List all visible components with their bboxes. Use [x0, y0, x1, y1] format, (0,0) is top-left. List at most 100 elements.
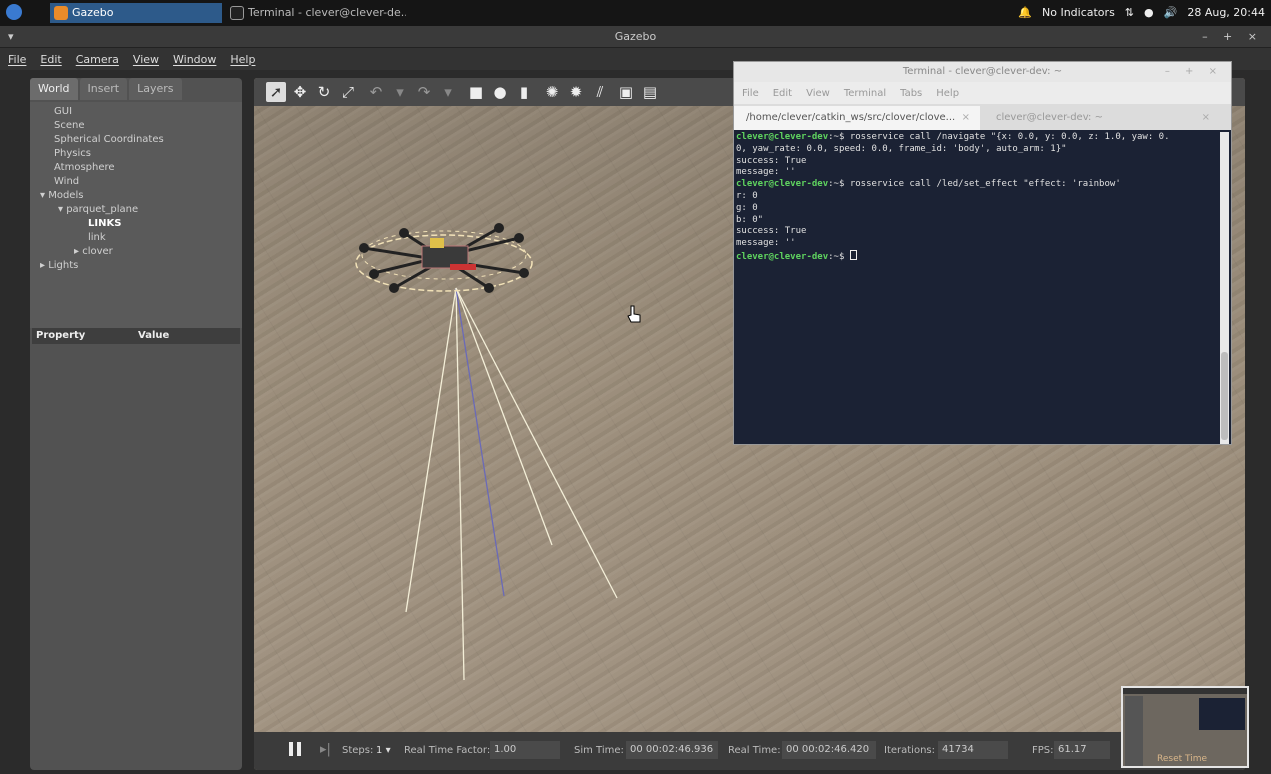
app-menu-icon[interactable] [6, 4, 22, 20]
terminal-menu-terminal[interactable]: Terminal [844, 88, 886, 99]
panel-tabs: World Insert Layers [30, 78, 182, 100]
workspace-thumbnail[interactable]: Reset Time [1121, 686, 1249, 768]
tab-world[interactable]: World [30, 78, 78, 100]
clover-drone [355, 223, 533, 293]
scrollbar-thumb[interactable] [1221, 352, 1228, 440]
terminal-menu-view[interactable]: View [806, 88, 830, 99]
real-time-factor-label: Real Time Factor: [404, 745, 491, 756]
steps-dropdown-icon: ▾ [385, 745, 391, 756]
real-time-value: 00 00:02:46.420 [782, 741, 876, 759]
tree-item-physics[interactable]: Physics [54, 148, 91, 159]
terminal-window-controls[interactable]: – + × [1165, 62, 1223, 82]
simulation-status-bar: ▸| Steps: 1 ▾ Real Time Factor: 1.00 Sim… [254, 732, 1245, 770]
window-titlebar: ▾ Gazebo – + × [0, 26, 1271, 48]
property-column-header: Property [36, 330, 86, 341]
tree-item-lights[interactable]: ▸ Lights [40, 260, 78, 271]
bell-icon[interactable]: 🔔 [1018, 0, 1032, 26]
sim-time-label: Sim Time: [574, 745, 624, 756]
terminal-line: b: 0" [736, 214, 764, 225]
terminal-line: 0, yaw_rate: 0.0, speed: 0.0, frame_id: … [736, 143, 1067, 154]
collapsed-arrow-icon[interactable]: ▸ [40, 260, 48, 271]
thumbnail-left-panel [1125, 696, 1143, 766]
prompt-user: clever@clever-dev [736, 132, 829, 142]
close-tab-icon[interactable]: × [1202, 106, 1210, 130]
steps-label: Steps: [342, 745, 374, 756]
tree-label: Models [48, 190, 84, 201]
system-tray: 🔔 No Indicators ⇅ ● 🔊 28 Aug, 20:44 [1018, 0, 1265, 26]
reset-time-button[interactable]: Reset Time [1157, 754, 1207, 764]
hand-cursor-icon [627, 305, 641, 323]
tree-label: parquet_plane [66, 204, 139, 215]
terminal-menu-edit[interactable]: Edit [773, 88, 792, 99]
fps-value: 61.17 [1054, 741, 1110, 759]
tree-label: clover [82, 246, 113, 257]
menu-view[interactable]: View [133, 53, 159, 66]
terminal-line: message: '' [736, 167, 796, 178]
expand-arrow-icon[interactable]: ▾ [58, 204, 66, 215]
iterations-label: Iterations: [884, 745, 935, 756]
real-time-label: Real Time: [728, 745, 781, 756]
terminal-tab-2[interactable]: clever@clever-dev: ~ × [984, 106, 1220, 130]
step-icon[interactable]: ▸| [320, 742, 331, 757]
taskbar-item-label: Gazebo [72, 6, 114, 19]
terminal-titlebar: Terminal - clever@clever-dev: ~ – + × [734, 62, 1231, 82]
terminal-title: Terminal - clever@clever-dev: ~ [902, 66, 1063, 77]
world-tree: GUI Scene Spherical Coordinates Physics … [30, 102, 242, 328]
terminal-menu-tabs[interactable]: Tabs [900, 88, 922, 99]
terminal-tab-1[interactable]: /home/clever/catkin_ws/src/clover/clove.… [734, 106, 980, 130]
expand-arrow-icon[interactable]: ▾ [40, 190, 48, 201]
steps-number: 1 [376, 745, 383, 756]
tree-item-atmosphere[interactable]: Atmosphere [54, 162, 115, 173]
terminal-cursor [849, 249, 857, 260]
thumbnail-terminal [1199, 698, 1245, 730]
pause-icon[interactable] [288, 741, 304, 759]
volume-icon[interactable]: 🔊 [1164, 0, 1178, 26]
thumbnail-topbar [1123, 688, 1247, 694]
terminal-window[interactable]: Terminal - clever@clever-dev: ~ – + × Fi… [733, 61, 1232, 445]
steps-value[interactable]: 1 ▾ [376, 745, 391, 756]
tree-item-link[interactable]: link [88, 232, 106, 243]
menu-help[interactable]: Help [230, 53, 255, 66]
updates-icon[interactable]: ● [1144, 0, 1154, 26]
terminal-line: success: True [736, 226, 807, 237]
system-taskbar: Gazebo Terminal - clever@clever-de... 🔔 … [0, 0, 1271, 26]
tree-item-clover[interactable]: ▸ clover [74, 246, 113, 257]
tab-layers[interactable]: Layers [129, 78, 182, 100]
prompt-user: clever@clever-dev [736, 179, 829, 190]
real-time-factor-value: 1.00 [490, 741, 560, 759]
world-panel: World Insert Layers GUI Scene Spherical … [30, 78, 242, 770]
taskbar-item-label: Terminal - clever@clever-de... [248, 6, 406, 19]
terminal-menu-bar: File Edit View Terminal Tabs Help [734, 82, 1231, 104]
tree-item-spherical-coordinates[interactable]: Spherical Coordinates [54, 134, 164, 145]
menu-file[interactable]: File [8, 53, 26, 66]
prompt-user: clever@clever-dev [736, 251, 829, 262]
property-table-header: Property Value [32, 328, 240, 344]
window-controls[interactable]: – + × [1202, 26, 1263, 48]
menu-edit[interactable]: Edit [40, 53, 61, 66]
menu-window[interactable]: Window [173, 53, 216, 66]
tree-item-wind[interactable]: Wind [54, 176, 79, 187]
tree-item-models[interactable]: ▾ Models [40, 190, 83, 201]
taskbar-item-terminal[interactable]: Terminal - clever@clever-de... [226, 3, 406, 23]
terminal-menu-file[interactable]: File [742, 88, 759, 99]
network-icon[interactable]: ⇅ [1125, 0, 1134, 26]
terminal-output[interactable]: clever@clever-dev:~$ rosservice call /na… [736, 132, 1216, 444]
gazebo-icon [54, 6, 68, 20]
window-menu-icon[interactable]: ▾ [8, 26, 14, 48]
tree-item-scene[interactable]: Scene [54, 120, 85, 131]
terminal-menu-help[interactable]: Help [936, 88, 959, 99]
terminal-line: r: 0 [736, 190, 758, 201]
terminal-scrollbar[interactable] [1220, 132, 1229, 444]
tab-insert[interactable]: Insert [79, 78, 128, 100]
tree-item-gui[interactable]: GUI [54, 106, 72, 117]
tree-item-parquet-plane[interactable]: ▾ parquet_plane [58, 204, 138, 215]
terminal-tab-bar: /home/clever/catkin_ws/src/clover/clove.… [734, 104, 1231, 130]
clock[interactable]: 28 Aug, 20:44 [1187, 0, 1265, 26]
close-tab-icon[interactable]: × [962, 106, 970, 130]
rangefinder-rays [405, 287, 618, 681]
taskbar-item-gazebo[interactable]: Gazebo [50, 3, 222, 23]
terminal-icon [230, 6, 244, 20]
collapsed-arrow-icon[interactable]: ▸ [74, 246, 82, 257]
terminal-line: success: True [736, 155, 807, 166]
menu-camera[interactable]: Camera [76, 53, 119, 66]
